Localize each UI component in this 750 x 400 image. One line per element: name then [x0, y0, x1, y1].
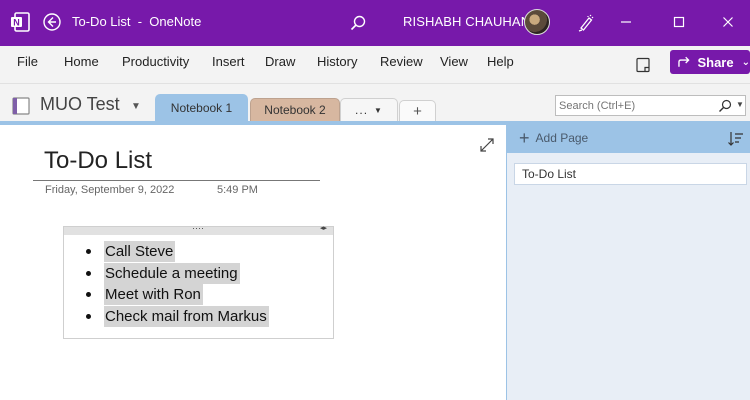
menu-insert[interactable]: Insert [212, 54, 245, 69]
add-page-button[interactable]: + Add Page [519, 128, 589, 148]
page-title[interactable]: To-Do List [44, 147, 152, 175]
add-section-button[interactable]: + [399, 100, 436, 121]
pages-pane-header: + Add Page [507, 125, 750, 153]
chevron-down-icon[interactable]: ▼ [131, 101, 141, 112]
menu-help[interactable]: Help [487, 54, 514, 69]
page-canvas[interactable]: To-Do List Friday, September 9, 2022 5:4… [0, 125, 506, 400]
share-label: Share [697, 54, 734, 70]
add-page-label: Add Page [535, 131, 589, 145]
list-item-text[interactable]: Check mail from Markus [104, 305, 269, 327]
minimize-button[interactable] [603, 9, 649, 35]
bullet-icon [86, 313, 91, 319]
search-icon[interactable] [716, 97, 734, 115]
title-bar: N To-Do List - OneNote RISHABH CHAUHAN [0, 0, 750, 46]
resize-icon[interactable]: ◂▸ [320, 224, 327, 232]
menu-home[interactable]: Home [64, 54, 99, 69]
section-tab-row: MUO Test ▼ Notebook 1 Notebook 2 ... ▼ +… [0, 84, 750, 121]
list-item-text[interactable]: Call Steve [104, 241, 176, 263]
close-button[interactable] [705, 9, 750, 35]
todo-list: Call Steve Schedule a meeting Meet with … [86, 241, 269, 327]
bullet-icon [86, 249, 91, 255]
more-sections-label: ... [355, 103, 369, 117]
page-date: Friday, September 9, 2022 [45, 184, 175, 196]
share-icon [678, 56, 690, 67]
search-input[interactable] [559, 98, 709, 114]
sort-icon[interactable] [727, 130, 745, 148]
back-button[interactable] [41, 11, 63, 33]
bullet-icon [86, 270, 91, 276]
menu-file[interactable]: File [17, 54, 38, 69]
avatar[interactable] [524, 9, 550, 35]
search-icon[interactable] [346, 11, 370, 35]
share-button[interactable]: Share ⌄ [670, 50, 750, 74]
title-divider [33, 180, 320, 181]
list-item[interactable]: Schedule a meeting [86, 262, 269, 285]
chevron-down-icon[interactable]: ⌄ [742, 57, 750, 68]
menu-bar: File Home Productivity Insert Draw Histo… [0, 46, 750, 84]
notebook-icon [10, 96, 32, 116]
notebooks-icon[interactable] [632, 54, 654, 76]
page-list-item[interactable]: To-Do List [514, 163, 747, 185]
bullet-icon [86, 292, 91, 298]
note-drag-handle[interactable]: ···· ◂▸ [64, 223, 333, 235]
pages-pane: + Add Page To-Do List [506, 125, 750, 400]
notebook-name[interactable]: MUO Test [40, 94, 120, 115]
maximize-button[interactable] [656, 9, 702, 35]
menu-productivity[interactable]: Productivity [122, 54, 189, 69]
chevron-down-icon[interactable]: ▼ [736, 100, 744, 109]
list-item-text[interactable]: Schedule a meeting [104, 262, 240, 284]
list-item[interactable]: Check mail from Markus [86, 305, 269, 328]
user-name[interactable]: RISHABH CHAUHAN [403, 14, 530, 29]
menu-history[interactable]: History [317, 54, 357, 69]
menu-view[interactable]: View [440, 54, 468, 69]
svg-text:N: N [13, 18, 20, 28]
tab-notebook-2[interactable]: Notebook 2 [250, 98, 340, 121]
tab-more-sections[interactable]: ... ▼ [340, 98, 398, 121]
search-box[interactable]: ▼ [555, 95, 746, 116]
list-item[interactable]: Meet with Ron [86, 284, 269, 306]
chevron-down-icon: ▼ [374, 105, 383, 115]
plus-icon: + [519, 128, 530, 148]
grip-icon[interactable]: ···· [192, 223, 204, 233]
menu-review[interactable]: Review [380, 54, 423, 69]
note-container[interactable]: ···· ◂▸ Call Steve Schedule a meeting Me… [63, 223, 334, 339]
menu-draw[interactable]: Draw [265, 54, 295, 69]
page-time: 5:49 PM [217, 184, 258, 196]
onenote-logo-icon: N [9, 11, 31, 33]
expand-icon[interactable] [479, 137, 495, 153]
list-item-text[interactable]: Meet with Ron [104, 284, 203, 306]
pen-icon[interactable] [574, 11, 598, 35]
window-title: To-Do List - OneNote [72, 14, 202, 29]
tab-notebook-1[interactable]: Notebook 1 [155, 94, 248, 121]
list-item[interactable]: Call Steve [86, 241, 269, 263]
